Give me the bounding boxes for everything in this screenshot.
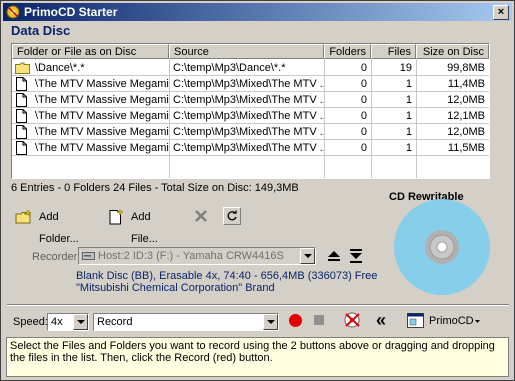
table-row[interactable]: \Dance\*.* C:\temp\Mp3\Dance\*.* 0 19 99…: [12, 60, 489, 76]
hint-box: Select the Files and Folders you want to…: [6, 337, 509, 377]
row-name: \The MTV Massive Megamix...: [35, 94, 169, 106]
section-title: Data Disc: [11, 23, 71, 38]
speed-select[interactable]: 4x: [47, 313, 89, 331]
table-row[interactable]: \The MTV Massive Megamix... C:\temp\Mp3\…: [12, 108, 489, 124]
row-source: C:\temp\Mp3\Dance\*.*: [173, 62, 286, 74]
row-files: 1: [405, 78, 412, 90]
app-logo-icon: [6, 5, 20, 19]
collapse-button[interactable]: «: [376, 310, 386, 330]
file-table[interactable]: Folder or File as on Disc Source Folders…: [11, 43, 490, 179]
row-files: 1: [405, 94, 412, 106]
row-name: \The MTV Massive Megamix...: [35, 78, 169, 90]
primocd-window-icon: [407, 313, 424, 328]
window-title: PrimoCD Starter: [24, 5, 118, 19]
speed-value: 4x: [51, 316, 63, 328]
chevron-down-icon[interactable]: [263, 314, 278, 330]
chevron-down-icon[interactable]: [300, 248, 315, 264]
row-files: 1: [405, 110, 412, 122]
disc-info-line2: "Mitsubishi Chemical Corporation" Brand: [76, 282, 275, 294]
file-icon: [16, 109, 27, 123]
file-icon: [16, 77, 27, 91]
column-header-size[interactable]: Size on Disc: [416, 44, 489, 59]
primocd-menu-button[interactable]: PrimoCD: [407, 312, 487, 330]
mode-select[interactable]: Record: [93, 313, 279, 331]
row-size: 12,1MB: [447, 110, 485, 122]
row-size: 11,4MB: [447, 78, 485, 90]
column-header-source[interactable]: Source: [169, 44, 324, 59]
row-size: 99,8MB: [447, 62, 485, 74]
refresh-icon: [227, 210, 237, 221]
row-size: 12,0MB: [447, 126, 485, 138]
table-row[interactable]: \The MTV Massive Megamix... C:\temp\Mp3\…: [12, 124, 489, 140]
disc-info: Blank Disc (BB), Erasable 4x, 74:40 - 65…: [76, 270, 377, 294]
load-tray-icon[interactable]: [349, 248, 363, 264]
row-size: 11,5MB: [447, 142, 485, 154]
recorder-label: Recorder:: [32, 251, 81, 263]
row-folders: 0: [360, 78, 367, 90]
title-bar[interactable]: PrimoCD Starter ×: [3, 3, 512, 21]
table-row[interactable]: \The MTV Massive Megamix... C:\temp\Mp3\…: [12, 76, 489, 92]
mode-value: Record: [97, 316, 133, 328]
row-folders: 0: [360, 142, 367, 154]
divider: [7, 304, 509, 306]
table-row[interactable]: \The MTV Massive Megamix... C:\temp\Mp3\…: [12, 92, 489, 108]
record-button[interactable]: [288, 313, 303, 328]
add-file-button[interactable]: Add File...: [107, 206, 177, 245]
row-files: 1: [405, 142, 412, 154]
app-window: PrimoCD Starter × Data Disc Folder or Fi…: [0, 0, 515, 381]
row-name: \The MTV Massive Megamix...: [35, 110, 169, 122]
refresh-button[interactable]: [223, 207, 241, 225]
cd-drive-icon: [82, 252, 95, 260]
row-source: C:\temp\Mp3\Mixed\The MTV ...: [173, 126, 324, 138]
x-delete-icon[interactable]: [194, 209, 208, 223]
folder-icon: [15, 62, 30, 74]
file-icon: [16, 125, 27, 139]
add-file-label: Add File...: [131, 211, 158, 245]
row-folders: 0: [360, 126, 367, 138]
row-source: C:\temp\Mp3\Mixed\The MTV ...: [173, 142, 324, 154]
add-file-icon: [109, 209, 124, 225]
chevron-down-icon[interactable]: [73, 314, 88, 330]
row-size: 12,0MB: [447, 94, 485, 106]
column-header-folders[interactable]: Folders: [324, 44, 371, 59]
table-row[interactable]: \The MTV Massive Megamix... C:\temp\Mp3\…: [12, 140, 489, 156]
primocd-menu-label: PrimoCD: [429, 315, 474, 327]
column-header-files[interactable]: Files: [371, 44, 416, 59]
file-icon: [16, 93, 27, 107]
recorder-value: Host:2 ID:3 (F:) - Yamaha CRW4416S: [98, 250, 284, 262]
erase-disc-icon[interactable]: [343, 311, 363, 329]
row-name: \The MTV Massive Megamix...: [35, 142, 169, 154]
add-folder-button[interactable]: Add Folder...: [15, 206, 95, 245]
eject-icon[interactable]: [327, 249, 341, 263]
row-folders: 0: [360, 110, 367, 122]
row-folders: 0: [360, 94, 367, 106]
row-source: C:\temp\Mp3\Mixed\The MTV ...: [173, 110, 324, 122]
column-header-name[interactable]: Folder or File as on Disc: [12, 44, 169, 59]
row-name: \Dance\*.*: [35, 62, 85, 74]
add-folder-label: Add Folder...: [39, 211, 79, 245]
disc-summary: 6 Entries - 0 Folders 24 Files - Total S…: [11, 182, 299, 194]
recorder-select[interactable]: Host:2 ID:3 (F:) - Yamaha CRW4416S: [78, 247, 316, 265]
row-folders: 0: [360, 62, 367, 74]
file-icon: [16, 141, 27, 155]
row-source: C:\temp\Mp3\Mixed\The MTV ...: [173, 78, 324, 90]
row-name: \The MTV Massive Megamix...: [35, 126, 169, 138]
add-folder-icon: [15, 209, 32, 224]
cd-disc-graphic: [394, 199, 490, 295]
row-files: 1: [405, 126, 412, 138]
chevron-down-icon: [475, 320, 480, 323]
close-button[interactable]: ×: [493, 5, 509, 20]
row-files: 19: [399, 62, 412, 74]
row-source: C:\temp\Mp3\Mixed\The MTV ...: [173, 94, 324, 106]
disc-info-line1: Blank Disc (BB), Erasable 4x, 74:40 - 65…: [76, 270, 378, 282]
stop-button[interactable]: [313, 314, 325, 326]
speed-label: Speed:: [13, 316, 48, 328]
